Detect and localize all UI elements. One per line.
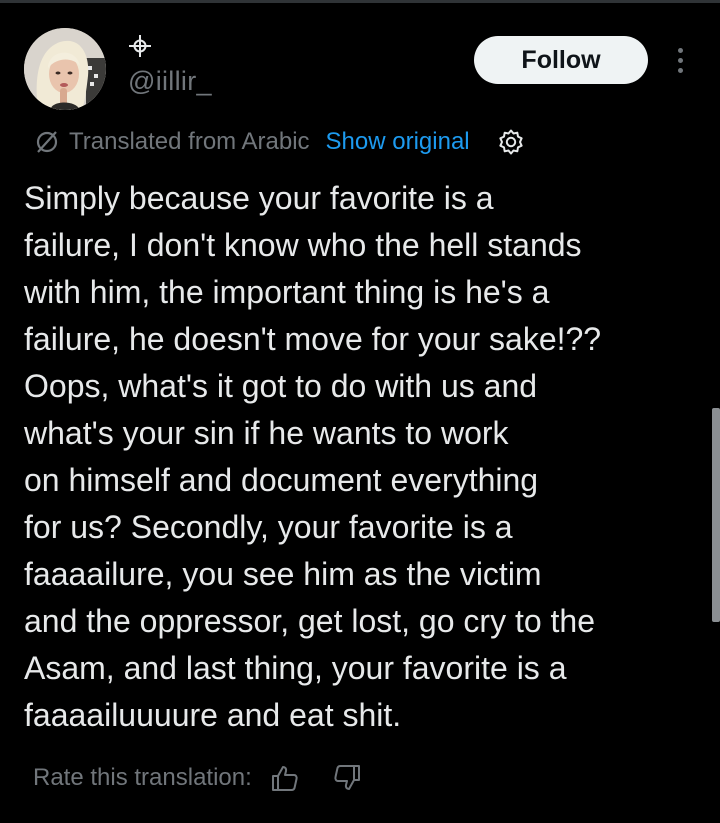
rate-translation-label: Rate this translation: bbox=[33, 764, 252, 791]
tweet-text-line: for us? Secondly, your favorite is a bbox=[24, 509, 513, 545]
rate-translation-bar: Rate this translation: bbox=[33, 758, 362, 798]
tweet-text-line: Simply because your favorite is a bbox=[24, 180, 494, 216]
avatar-image bbox=[24, 28, 106, 110]
author-handle[interactable]: @iillir_ bbox=[128, 66, 212, 97]
gear-icon[interactable] bbox=[497, 128, 525, 156]
tweet-text-line: and the oppressor, get lost, go cry to t… bbox=[24, 603, 596, 639]
translate-slash-icon bbox=[36, 131, 58, 153]
scrollbar-thumb[interactable] bbox=[712, 408, 720, 622]
more-dot bbox=[677, 47, 683, 53]
tweet-text-line: what's your sin if he wants to work bbox=[24, 415, 509, 451]
tweet-text-line: on himself and document everything bbox=[24, 462, 539, 498]
tweet-text-line: Oops, what's it got to do with us and bbox=[24, 368, 538, 404]
tweet-text-line: faaaailure, you see him as the victim bbox=[24, 556, 542, 592]
avatar[interactable] bbox=[24, 28, 106, 110]
tweet-text-line: with him, the important thing is he's a bbox=[24, 274, 550, 310]
more-vertical-icon[interactable] bbox=[668, 44, 692, 76]
more-dot bbox=[677, 67, 683, 73]
tweet-text-line: Asam, and last thing, your favorite is a bbox=[24, 650, 567, 686]
show-original-link[interactable]: Show original bbox=[326, 128, 470, 156]
thumbs-down-icon[interactable] bbox=[332, 763, 362, 793]
tweet-text: Simply because your favorite is a failur… bbox=[24, 175, 694, 739]
tweet-text-line: failure, he doesn't move for your sake!?… bbox=[24, 321, 602, 357]
translated-from-label: Translated from Arabic bbox=[69, 128, 310, 155]
more-dot bbox=[677, 57, 683, 63]
translation-bar: Translated from Arabic Show original bbox=[34, 124, 525, 160]
top-divider bbox=[0, 0, 720, 3]
thumbs-up-icon[interactable] bbox=[270, 763, 300, 793]
tweet-text-line: faaaailuuuure and eat shit. bbox=[24, 697, 402, 733]
crosshair-icon bbox=[129, 35, 151, 57]
tweet-text-line: failure, I don't know who the hell stand… bbox=[24, 227, 582, 263]
follow-button[interactable]: Follow bbox=[474, 36, 648, 84]
